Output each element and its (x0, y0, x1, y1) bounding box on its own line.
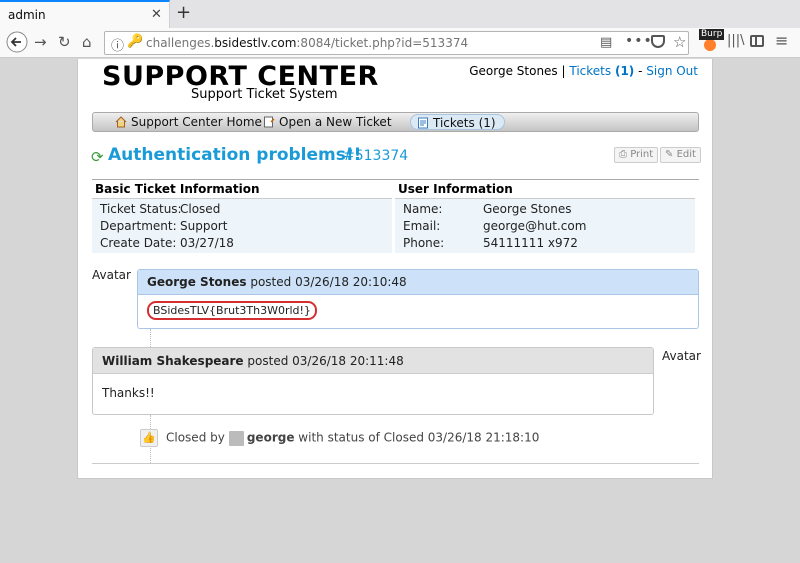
thumbs-up-icon: 👍 (140, 429, 158, 447)
library-icon[interactable]: |||\ (727, 33, 745, 48)
user-avatar (228, 430, 244, 446)
forward-icon[interactable]: → (34, 33, 47, 51)
burp-label: Burp (699, 29, 725, 40)
refresh-icon[interactable]: ⟳ (91, 148, 104, 166)
message-header: George Stones posted 03/26/18 20:10:48 (138, 270, 698, 295)
main-nav: Support Center Home Open a New Ticket Ti… (92, 112, 699, 132)
browser-tab[interactable]: admin ✕ (0, 0, 170, 29)
bookmark-star-icon[interactable]: ☆ (673, 33, 686, 51)
nav-home[interactable]: Support Center Home (115, 114, 262, 130)
info-row: Name: George Stones (403, 202, 572, 216)
back-button[interactable] (6, 31, 28, 57)
key-icon[interactable]: 🔑 (127, 34, 143, 49)
message-body: BSidesTLV{Brut3Th3W0rld!} (138, 295, 698, 328)
url-text[interactable]: challenges.bsidestlv.com:8084/ticket.php… (146, 36, 468, 50)
house-icon (115, 116, 127, 128)
info-row: Ticket Status:Closed (100, 202, 221, 216)
message-meta: posted 03/26/18 20:10:48 (250, 275, 407, 289)
nav-new-ticket[interactable]: Open a New Ticket (263, 114, 392, 130)
logo-subtitle: Support Ticket System (191, 87, 338, 102)
burp-extension-icon[interactable]: Burp (699, 29, 725, 51)
flag-text: BSidesTLV{Brut3Th3W0rld!} (147, 301, 317, 320)
page-actions-icon[interactable]: ••• (625, 33, 653, 49)
new-tab-icon[interactable]: + (176, 2, 191, 23)
tab-bar: admin ✕ + (0, 0, 800, 29)
page-viewport: SUPPORT CENTER Support Ticket System Geo… (0, 59, 800, 563)
info-row: Department: Support (100, 219, 228, 233)
ticket-title: Authentication problems!! (108, 145, 362, 165)
navigation-toolbar: → ↻ ⌂ ⓘ 🔑 challenges.bsidestlv.com:8084/… (0, 28, 800, 58)
site-info-icon[interactable]: ⓘ (111, 35, 124, 54)
basic-info-heading: Basic Ticket Information (92, 180, 392, 199)
nav-tickets[interactable]: Tickets (1) (410, 114, 505, 130)
closed-event: 👍 Closed by george with status of Closed 0… (140, 429, 539, 447)
nav-home-label: Support Center Home (131, 115, 262, 129)
edit-icon: ✎ (665, 149, 674, 160)
message-author: George Stones (147, 275, 247, 289)
basic-info-body: Ticket Status:Closed Department: Support … (92, 199, 392, 253)
user-info: George Stones | Tickets (1) - Sign Out (469, 64, 698, 78)
user-name: George Stones (469, 64, 558, 78)
user-info-panel: User Information Name: George Stones Emai… (395, 180, 695, 253)
user-info-body: Name: George Stones Email: george@hut.com … (395, 199, 695, 253)
tickets-icon (417, 117, 429, 129)
user-info-heading: User Information (395, 180, 695, 199)
print-button[interactable]: ⎙ Print (614, 147, 659, 163)
tickets-link[interactable]: Tickets (1) (569, 64, 634, 78)
divider (92, 463, 699, 464)
nav-tickets-label: Tickets (1) (433, 116, 496, 130)
edit-button[interactable]: ✎ Edit (660, 147, 701, 163)
closed-by-user: george (246, 430, 295, 445)
info-row: Email: george@hut.com (403, 219, 587, 233)
sign-out-link[interactable]: Sign Out (646, 64, 698, 78)
pocket-icon[interactable] (651, 35, 665, 48)
avatar-2: Avatar (662, 349, 701, 363)
address-bar[interactable]: ⓘ 🔑 challenges.bsidestlv.com:8084/ticket… (104, 31, 689, 55)
thread-connector (150, 329, 151, 347)
thread-message: George Stones posted 03/26/18 20:10:48 B… (137, 269, 699, 329)
reload-icon[interactable]: ↻ (58, 33, 71, 51)
tab-title: admin (8, 8, 46, 22)
new-ticket-icon (263, 116, 275, 128)
sidebar-icon[interactable] (750, 35, 764, 47)
thread-message: William Shakespeare posted 03/26/18 20:1… (92, 347, 654, 415)
message-header: William Shakespeare posted 03/26/18 20:1… (93, 348, 653, 374)
basic-info: Basic Ticket Information Ticket Status:C… (92, 180, 392, 253)
print-icon: ⎙ (619, 149, 627, 160)
home-icon[interactable]: ⌂ (82, 33, 92, 51)
nav-new-ticket-label: Open a New Ticket (279, 115, 392, 129)
info-row: Phone: 54111111 x972 (403, 236, 578, 250)
hamburger-menu-icon[interactable]: ≡ (775, 31, 788, 50)
message-meta: posted 03/26/18 20:11:48 (247, 354, 404, 368)
ticket-info-table: Basic Ticket Information Ticket Status:C… (92, 179, 699, 253)
message-author: William Shakespeare (102, 354, 244, 368)
avatar-1: Avatar (92, 268, 131, 282)
message-body: Thanks!! (102, 386, 155, 400)
support-page: SUPPORT CENTER Support Ticket System Geo… (77, 59, 713, 479)
ticket-number[interactable]: #513374 (343, 148, 408, 164)
close-tab-icon[interactable]: ✕ (151, 7, 162, 22)
burp-logo (704, 39, 716, 51)
info-row: Create Date: 03/27/18 (100, 236, 234, 250)
reader-view-icon[interactable]: ▤ (600, 35, 612, 50)
